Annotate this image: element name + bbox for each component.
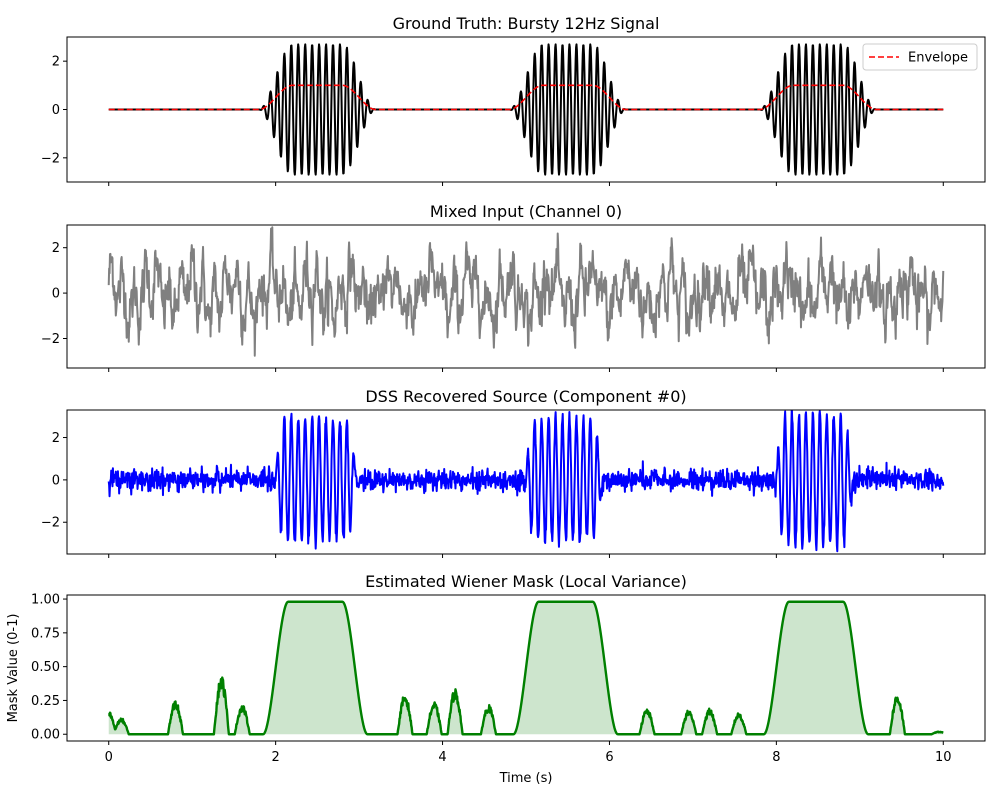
y-tick-label: 1.00 [31, 593, 60, 608]
y-tick-label: 2 [52, 55, 60, 70]
x-tick-label: 6 [605, 750, 613, 765]
series-line [108, 43, 944, 176]
series-line [107, 226, 945, 357]
y-tick-label: 0.50 [31, 660, 60, 675]
panel-title: DSS Recovered Source (Component #0) [365, 387, 686, 406]
panel-title: Mixed Input (Channel 0) [430, 202, 622, 221]
series-line [107, 410, 945, 553]
plot-area [107, 600, 945, 736]
y-tick-label: 2 [52, 241, 60, 256]
y-tick-label: −2 [41, 516, 60, 531]
y-axis-label: Mask Value (0-1) [6, 614, 21, 723]
x-tick-label: 10 [935, 750, 952, 765]
y-tick-label: −2 [41, 332, 60, 347]
panel-2: Mixed Input (Channel 0) −2 0 2 [41, 202, 986, 372]
y-tick-label: −2 [41, 151, 60, 166]
panel-4: Estimated Wiener Mask (Local Variance) 0 2… [6, 572, 986, 786]
x-tick-label: 0 [105, 750, 113, 765]
x-tick-label: 2 [271, 750, 279, 765]
plot-area [107, 226, 945, 357]
plot-area [108, 43, 944, 176]
plot-area [107, 410, 945, 553]
x-tick-label: 8 [772, 750, 780, 765]
y-tick-label: 0 [52, 473, 60, 488]
panel-title: Ground Truth: Bursty 12Hz Signal [393, 14, 660, 33]
y-tick-label: 0.00 [31, 728, 60, 743]
y-tick-label: 0.25 [31, 694, 60, 709]
legend: Envelope [862, 43, 978, 71]
y-tick-label: 0 [52, 287, 60, 302]
panel-title: Estimated Wiener Mask (Local Variance) [365, 572, 687, 591]
legend-label: Envelope [908, 51, 968, 66]
panel-1: Ground Truth: Bursty 12Hz Signal −2 0 2 Enve… [41, 14, 986, 186]
panel-3: DSS Recovered Source (Component #0) −2 0 2 [41, 387, 986, 558]
y-tick-label: 0.75 [31, 626, 60, 641]
y-tick-label: 2 [52, 431, 60, 446]
figure: Ground Truth: Bursty 12Hz Signal −2 0 2 Enve… [6, 14, 986, 786]
y-tick-label: 0 [52, 103, 60, 118]
x-tick-label: 4 [438, 750, 446, 765]
x-axis-label: Time (s) [499, 771, 553, 786]
